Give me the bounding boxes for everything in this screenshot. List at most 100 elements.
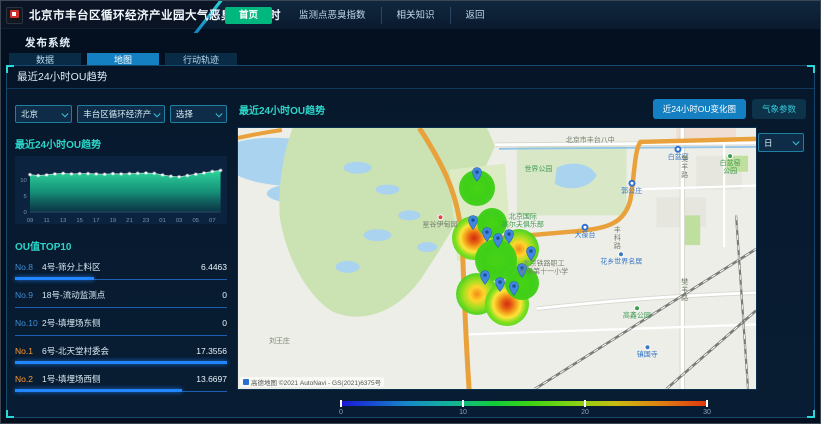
nav-item[interactable]: 监测点恶臭指数 bbox=[284, 7, 381, 24]
map-label: 高鑫公园 bbox=[623, 306, 651, 321]
map-mode-button[interactable]: 气象参数 bbox=[752, 99, 806, 119]
value-bar-track bbox=[15, 279, 227, 280]
svg-text:13: 13 bbox=[60, 218, 67, 224]
poi-icon bbox=[618, 251, 624, 257]
main-panel: 最近24小时OU趋势 北京丰台区循环经济产选择 最近24小时OU趋势 05 10 0… bbox=[6, 65, 815, 418]
svg-text:01: 01 bbox=[159, 218, 166, 224]
corner-accent bbox=[6, 65, 14, 73]
svg-text:21: 21 bbox=[126, 218, 133, 224]
metro-station-icon bbox=[628, 180, 635, 187]
chevron-down-icon bbox=[216, 110, 222, 116]
poi-icon bbox=[644, 345, 650, 351]
map-pin-icon[interactable] bbox=[508, 281, 519, 296]
map-label: 镇国寺 bbox=[637, 345, 658, 360]
nav-item[interactable]: 相关知识 bbox=[381, 7, 450, 24]
svg-text:0: 0 bbox=[23, 210, 26, 216]
value-bar bbox=[15, 389, 182, 392]
svg-text:03: 03 bbox=[176, 218, 183, 224]
map-pin-icon[interactable] bbox=[482, 227, 493, 242]
map-section: 最近24小时OU趋势 近24小时OU变化图气象参数 bbox=[237, 93, 806, 417]
map-pin-icon[interactable] bbox=[480, 270, 491, 285]
filter-selects: 北京丰台区循环经济产选择 bbox=[15, 105, 227, 123]
svg-text:15: 15 bbox=[76, 218, 83, 224]
map-canvas[interactable]: 世界公园北京市丰台八中白盆窑白盆窑公园郭公庄大葆台北京国际 高尔夫俱乐部花乡世界… bbox=[237, 127, 757, 390]
map-pin-icon[interactable] bbox=[472, 167, 483, 182]
map-mode-button[interactable]: 近24小时OU变化图 bbox=[653, 99, 746, 119]
app-logo bbox=[6, 7, 23, 24]
top5-row: No.21号-填埋场西侧13.6697 bbox=[15, 373, 227, 392]
map-buttons: 近24小时OU变化图气象参数 bbox=[653, 99, 806, 119]
corner-accent bbox=[807, 410, 815, 418]
corner-accent bbox=[6, 410, 14, 418]
nav-item[interactable]: 首页 bbox=[225, 7, 272, 24]
map-section-title: 最近24小时OU趋势 bbox=[239, 102, 325, 117]
ou-color-scale: 0102030 bbox=[341, 401, 707, 419]
map-pin-icon[interactable] bbox=[495, 277, 506, 292]
scale-tick-mark bbox=[462, 400, 464, 407]
app-window: 北京市丰台区循环经济产业园大气恶臭状况实时 首页监测点恶臭指数相关知识返回 发布… bbox=[0, 0, 821, 424]
ou-value: 13.6697 bbox=[196, 374, 227, 384]
top5-list: No.84号-筛分上料区6.4463No.918号-流动监测点0No.102号-… bbox=[15, 261, 227, 392]
ou-value: 17.3556 bbox=[196, 346, 227, 356]
station-name: 6号-北天堂村委会 bbox=[42, 345, 196, 357]
poi-icon bbox=[634, 306, 640, 312]
station-name: 2号-填埋场东侧 bbox=[42, 317, 222, 329]
svg-text:05: 05 bbox=[192, 218, 199, 224]
value-bar-track bbox=[15, 391, 227, 392]
rank-label: No.10 bbox=[15, 318, 42, 328]
map-label: 北京铁路职工 子弟第十一小学 bbox=[519, 261, 568, 278]
station-name: 1号-填埋场西侧 bbox=[42, 373, 196, 385]
top5-title: OU值TOP10 bbox=[15, 238, 227, 253]
svg-text:17: 17 bbox=[93, 218, 100, 224]
chart-title: 最近24小时OU趋势 bbox=[15, 136, 227, 151]
ou-value: 6.4463 bbox=[201, 262, 227, 272]
chevron-down-icon bbox=[793, 139, 799, 145]
scale-tick-mark bbox=[584, 400, 586, 407]
poi-icon bbox=[437, 214, 443, 220]
value-bar bbox=[15, 361, 227, 364]
value-bar-track bbox=[15, 363, 227, 364]
map-label: 花乡世界名居 bbox=[600, 251, 642, 266]
color-scale-gradient bbox=[341, 401, 707, 406]
station-name: 18号-流动监测点 bbox=[42, 289, 222, 301]
map-label: 大葆台 bbox=[575, 224, 596, 240]
scale-tick-label: 30 bbox=[703, 409, 711, 416]
value-bar-track bbox=[15, 335, 227, 336]
map-attribution: 高德地图 ©2021 AutoNavi - GS(2021)6375号 bbox=[240, 377, 384, 387]
scale-tick-mark bbox=[340, 400, 342, 407]
main-nav: 首页监测点恶臭指数相关知识返回 bbox=[225, 1, 500, 29]
map-label: 北京市丰台八中 bbox=[566, 137, 615, 145]
map-pin-icon[interactable] bbox=[503, 229, 514, 244]
map-pin-icon[interactable] bbox=[493, 233, 504, 248]
map-pin-icon[interactable] bbox=[525, 246, 536, 261]
svg-text:09: 09 bbox=[27, 218, 34, 224]
publish-system-label: 发布系统 bbox=[25, 35, 820, 50]
time-range-select[interactable]: 日 bbox=[758, 133, 804, 152]
ou-value: 0 bbox=[222, 318, 227, 328]
filter-select[interactable]: 北京 bbox=[15, 105, 72, 123]
panel-title: 最近24小时OU趋势 bbox=[7, 66, 814, 89]
map-label: 樊羊路 bbox=[679, 155, 687, 179]
left-sidebar: 北京丰台区循环经济产选择 最近24小时OU趋势 0510091113151719… bbox=[15, 93, 227, 417]
map-pin-icon[interactable] bbox=[468, 215, 479, 230]
map-label: 世界公园 bbox=[524, 166, 552, 174]
nav-item[interactable]: 返回 bbox=[450, 7, 500, 24]
top5-row: No.102号-填埋场东侧0 bbox=[15, 317, 227, 336]
top5-row: No.918号-流动监测点0 bbox=[15, 289, 227, 308]
svg-text:23: 23 bbox=[143, 218, 150, 224]
rank-label: No.8 bbox=[15, 262, 42, 272]
filter-select[interactable]: 丰台区循环经济产 bbox=[77, 105, 165, 123]
top5-row: No.16号-北天堂村委会17.3556 bbox=[15, 345, 227, 364]
metro-station-icon bbox=[582, 224, 589, 231]
ou-value: 0 bbox=[222, 290, 227, 300]
top-header: 北京市丰台区循环经济产业园大气恶臭状况实时 首页监测点恶臭指数相关知识返回 bbox=[1, 1, 820, 29]
filter-select[interactable]: 选择 bbox=[170, 105, 227, 123]
svg-text:11: 11 bbox=[44, 218, 50, 224]
chevron-down-icon bbox=[154, 110, 160, 116]
chevron-down-icon bbox=[61, 110, 67, 116]
rank-label: No.9 bbox=[15, 290, 42, 300]
rank-label: No.1 bbox=[15, 346, 42, 356]
svg-text:10: 10 bbox=[20, 178, 27, 184]
map-label: 刘王庄 bbox=[269, 338, 290, 346]
map-label: 樊羊路 bbox=[679, 278, 687, 302]
